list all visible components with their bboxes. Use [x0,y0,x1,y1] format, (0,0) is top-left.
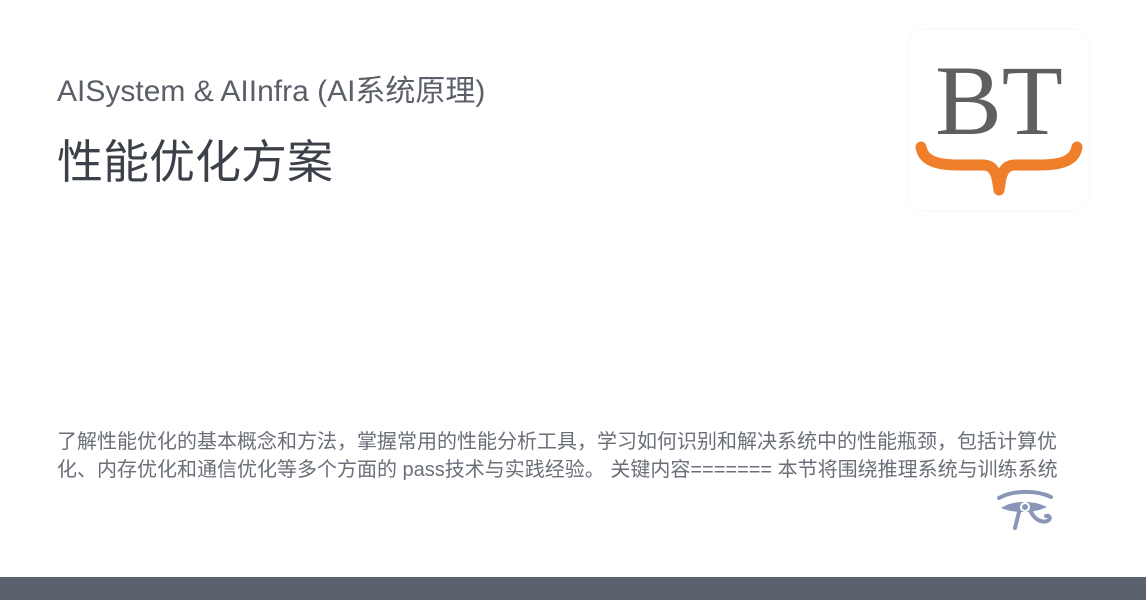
bt-logo-graphic: BT [915,45,1083,196]
footer-bar [0,577,1146,600]
bt-logo: BT [909,30,1089,210]
card-subtitle: AISystem & AIInfra (AI系统原理) [57,75,486,108]
card-description: 了解性能优化的基本概念和方法，掌握常用的性能分析工具，学习如何识别和解决系统中的… [57,431,1058,481]
card-title: 性能优化方案 [57,136,333,188]
bt-logo-letters: BT [935,45,1063,156]
eye-of-horus-icon [995,488,1055,534]
